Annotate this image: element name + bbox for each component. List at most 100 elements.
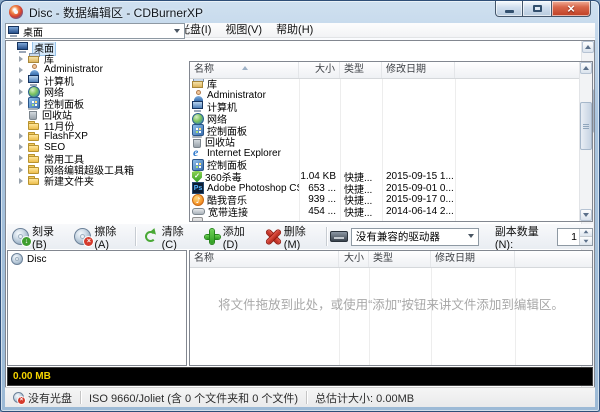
desktop-icon <box>17 42 29 53</box>
scroll-up-button[interactable] <box>580 62 592 74</box>
file-row[interactable]: 库 <box>190 78 579 90</box>
window-title: Disc - 数据编辑区 - CDBurnerXP <box>29 4 203 21</box>
expander-icon[interactable] <box>19 155 26 161</box>
burn-toolbar: 刻录(B)擦除(A)清除(C)添加(D)删除(M) 没有兼容的驱动器 副本数量(… <box>7 224 593 249</box>
menu-help[interactable]: 帮助(H) <box>269 23 320 37</box>
control-panel-icon <box>192 124 204 136</box>
arrow-up-icon <box>585 42 591 49</box>
refresh-icon <box>144 229 159 244</box>
erase-button[interactable]: 擦除(A) <box>69 221 131 253</box>
tree-item-label: FlashFXP <box>43 131 89 142</box>
expander-icon[interactable] <box>19 67 26 73</box>
internet-explorer-icon <box>192 147 204 159</box>
scroll-down-button[interactable] <box>580 209 592 221</box>
file-size-cell: 454 ... <box>299 206 340 217</box>
status-separator <box>306 391 307 404</box>
column-header-blank[interactable] <box>515 251 592 267</box>
application-window: Disc - 数据编辑区 - CDBurnerXP × 文件(F)编辑(E)刻录… <box>0 0 600 412</box>
toolbar-separator <box>326 227 327 246</box>
folder-icon <box>28 142 40 153</box>
burn-button-label: 刻录(B) <box>32 223 64 251</box>
photoshop-icon <box>192 182 204 194</box>
shield-360-icon <box>192 171 202 183</box>
file-row[interactable]: 360杀毒1.04 KB快捷...2015-09-15 1... <box>190 171 579 183</box>
expander-icon[interactable] <box>19 89 26 95</box>
minimize-button[interactable] <box>495 1 523 17</box>
erase-button-label: 擦除(A) <box>94 223 126 251</box>
burn-button[interactable]: 刻录(B) <box>7 221 69 253</box>
disc-size-bar: 0.00 MB <box>7 367 593 386</box>
control-panel-icon <box>192 159 204 171</box>
libraries-icon <box>192 78 204 89</box>
arrow-down-icon <box>584 239 589 245</box>
expander-icon[interactable] <box>19 167 26 173</box>
clear-button[interactable]: 清除(C) <box>139 221 200 253</box>
column-header-name[interactable]: 名称 <box>190 251 339 267</box>
column-header-blank[interactable] <box>455 62 579 78</box>
column-header-type[interactable]: 类型 <box>340 62 382 78</box>
expander-icon[interactable] <box>19 100 26 106</box>
location-combobox[interactable]: 桌面 <box>5 23 185 39</box>
drive-select-value: 没有兼容的驱动器 <box>356 229 466 244</box>
total-size-text: 总估计大小: 0.00MB <box>315 390 414 406</box>
file-list-body: 库Administrator计算机网络控制面板回收站Internet Explo… <box>190 78 579 221</box>
drive-icon <box>330 231 348 242</box>
scroll-up-button[interactable] <box>582 41 594 53</box>
status-bar: 没有光盘 ISO 9660/Joliet (含 0 个文件夹和 0 个文件) 总… <box>5 387 595 407</box>
file-date-cell: 2015-09-01 0... <box>382 183 455 194</box>
folder-icon <box>28 175 40 186</box>
column-header-size[interactable]: 大小 <box>299 62 340 78</box>
file-rows: 库Administrator计算机网络控制面板回收站Internet Explo… <box>190 78 579 221</box>
add-button[interactable]: 添加(D) <box>200 221 261 253</box>
expander-icon[interactable] <box>19 144 26 150</box>
expander-icon[interactable] <box>19 133 26 139</box>
chevron-down-icon <box>468 234 474 241</box>
broadband-icon <box>192 208 205 215</box>
tree-item-desktop[interactable]: 桌面 <box>6 42 581 53</box>
copies-value: 1 <box>558 231 579 243</box>
minimize-icon <box>505 10 514 13</box>
expander-icon[interactable] <box>19 78 26 84</box>
recycle-bin-icon <box>192 136 202 148</box>
copies-spinner[interactable]: 1 <box>557 228 593 246</box>
scrollbar-thumb[interactable] <box>580 102 592 150</box>
file-date-cell: 2015-09-17 0... <box>382 194 455 205</box>
arrow-up-icon <box>584 228 589 234</box>
file-date-cell: 2014-06-14 2... <box>382 206 455 217</box>
tree-item-label: 新建文件夹 <box>43 173 95 188</box>
disc-erase-icon <box>74 228 91 245</box>
file-row[interactable]: 回收站 <box>190 136 579 148</box>
column-header-date[interactable]: 修改日期 <box>382 62 455 78</box>
spinner-buttons <box>579 229 592 245</box>
remove-button[interactable]: 删除(M) <box>261 221 323 253</box>
drive-select[interactable]: 没有兼容的驱动器 <box>351 228 479 246</box>
spin-down-button[interactable] <box>580 236 592 245</box>
window-controls: × <box>495 1 591 17</box>
arrow-up-icon <box>583 63 589 70</box>
close-button[interactable]: × <box>551 1 591 17</box>
column-header-date[interactable]: 修改日期 <box>431 251 515 267</box>
column-header-name[interactable]: 名称 <box>190 62 299 78</box>
computer-icon <box>192 101 204 112</box>
column-header-size[interactable]: 大小 <box>339 251 369 267</box>
file-type-cell: 快捷... <box>340 204 382 219</box>
total-size-status: 总估计大小: 0.00MB <box>313 390 422 406</box>
maximize-button[interactable] <box>523 1 551 17</box>
file-date-cell: 2015-09-15 1... <box>382 171 455 182</box>
title-bar[interactable]: Disc - 数据编辑区 - CDBurnerXP × <box>1 1 599 23</box>
compilation-root[interactable]: Disc <box>8 251 186 267</box>
network-icon <box>192 113 204 125</box>
file-row[interactable]: 宽带连接454 ...快捷...2014-06-14 2... <box>190 206 579 218</box>
cross-icon <box>266 229 281 244</box>
expander-icon[interactable] <box>19 178 26 184</box>
menu-view[interactable]: 视图(V) <box>218 23 269 37</box>
no-disc-icon <box>13 392 24 403</box>
spin-up-button[interactable] <box>580 229 592 237</box>
file-list-scrollbar[interactable] <box>579 62 592 221</box>
maximize-icon <box>533 5 542 12</box>
remove-button-label: 删除(M) <box>284 223 318 251</box>
column-header-type[interactable]: 类型 <box>369 251 431 267</box>
folder-icon <box>28 131 40 142</box>
file-size-cell: 653 ... <box>299 183 340 194</box>
expander-icon[interactable] <box>19 56 26 62</box>
